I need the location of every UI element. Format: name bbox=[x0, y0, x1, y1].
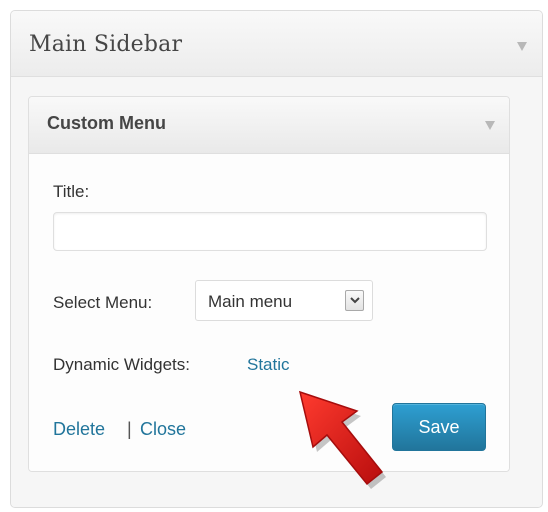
triangle-down-icon[interactable] bbox=[485, 121, 495, 130]
dynamic-widgets-label: Dynamic Widgets: bbox=[53, 355, 190, 374]
menu-select[interactable]: Main menu bbox=[195, 280, 373, 321]
menu-select-value: Main menu bbox=[208, 292, 293, 311]
custom-menu-widget: Custom Menu Title: Select Menu: Main men… bbox=[28, 96, 510, 472]
delete-link[interactable]: Delete bbox=[53, 419, 105, 440]
widget-body: Title: Select Menu: Main menu Dynamic Wi… bbox=[29, 154, 509, 471]
page: Main Sidebar Custom Menu Title: Select M… bbox=[0, 0, 548, 512]
dynamic-widgets-static-link[interactable]: Static bbox=[247, 355, 290, 375]
main-sidebar-title: Main Sidebar bbox=[29, 32, 183, 57]
triangle-down-icon[interactable] bbox=[517, 42, 527, 51]
select-menu-label: Select Menu: bbox=[53, 293, 153, 312]
main-sidebar-header[interactable]: Main Sidebar bbox=[11, 11, 542, 77]
title-input[interactable] bbox=[53, 212, 487, 251]
widget-title: Custom Menu bbox=[47, 113, 166, 133]
action-separator: | bbox=[127, 419, 132, 439]
title-label: Title: bbox=[53, 182, 90, 201]
save-button[interactable]: Save bbox=[392, 403, 486, 451]
chevron-down-icon[interactable] bbox=[345, 290, 364, 311]
close-link[interactable]: Close bbox=[140, 419, 186, 440]
widget-header[interactable]: Custom Menu bbox=[29, 97, 509, 154]
